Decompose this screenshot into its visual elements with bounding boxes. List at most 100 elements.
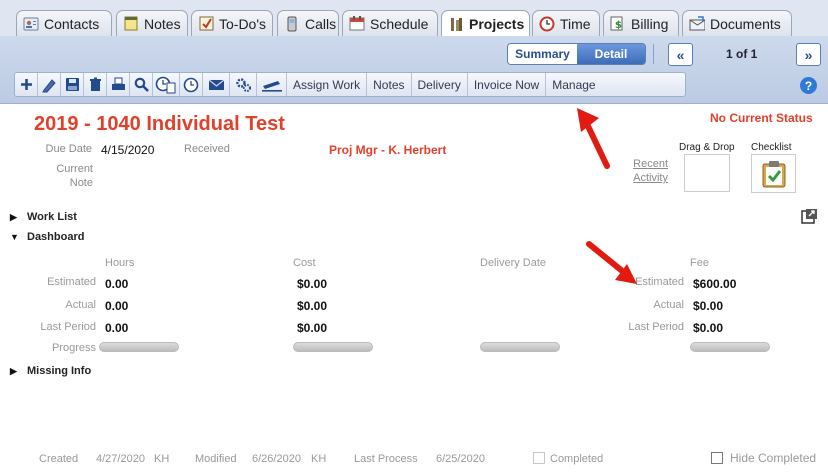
hours-progress-bar — [99, 342, 179, 352]
sign-button[interactable] — [257, 73, 287, 96]
fee-column-header: Fee — [690, 257, 709, 269]
project-status[interactable]: No Current Status — [710, 111, 813, 125]
clipboard-check-icon — [762, 160, 785, 187]
tab-documents[interactable]: Documents — [682, 10, 792, 36]
print-button[interactable] — [107, 73, 130, 96]
tab-todos[interactable]: To-Do's — [191, 10, 273, 36]
help-icon[interactable]: ? — [800, 77, 817, 94]
estimated-row-label: Estimated — [47, 276, 96, 288]
save-icon — [65, 78, 79, 91]
popout-icon[interactable] — [801, 208, 818, 224]
notes-button[interactable]: Notes — [367, 73, 412, 96]
edit-icon — [42, 78, 56, 92]
section-title: Dashboard — [27, 231, 85, 243]
drag-drop-label: Drag & Drop — [679, 142, 735, 153]
current-note-label: Current — [56, 163, 93, 175]
search-button[interactable] — [130, 73, 153, 96]
delete-icon — [89, 77, 101, 91]
previous-record-button[interactable]: « — [668, 43, 693, 66]
fee-estimated: $600.00 — [693, 277, 737, 291]
email-icon — [208, 79, 224, 90]
pen-icon — [261, 80, 282, 92]
recent-activity-link-line2[interactable]: Activity — [624, 172, 668, 185]
completed-label: Completed — [550, 453, 604, 465]
next-record-button[interactable]: » — [796, 43, 821, 66]
tab-contacts[interactable]: Contacts — [16, 10, 112, 36]
edit-button[interactable] — [38, 73, 61, 96]
timer-button[interactable] — [180, 73, 203, 96]
checklist-button[interactable] — [751, 154, 796, 193]
tab-notes[interactable]: Notes — [116, 10, 188, 36]
cost-column-header: Cost — [293, 257, 316, 269]
tab-calls[interactable]: Calls — [277, 10, 339, 36]
completed-checkbox[interactable] — [533, 452, 545, 464]
delivery-progress-bar — [480, 342, 560, 352]
settings-button[interactable] — [230, 73, 257, 96]
cost-actual: $0.00 — [297, 299, 328, 313]
invoice-now-button[interactable]: Invoice Now — [468, 73, 547, 96]
contacts-icon — [23, 16, 39, 32]
hours-column-header: Hours — [105, 257, 135, 269]
hide-completed-checkbox[interactable] — [711, 452, 723, 464]
delivery-date-column-header: Delivery Date — [480, 257, 547, 269]
annotation-arrow — [586, 241, 637, 284]
record-count: 1 of 1 — [726, 47, 758, 61]
toolbar-divider — [653, 44, 654, 64]
add-icon — [20, 79, 32, 90]
modified-date: 6/26/2020 — [252, 453, 301, 465]
tab-schedule[interactable]: Schedule — [342, 10, 438, 36]
tab-projects[interactable]: Projects — [441, 10, 530, 37]
clock-docs-icon — [155, 76, 176, 93]
module-tab-bar: Contacts Notes To-Do's Calls Schedule Pr… — [0, 0, 828, 37]
email-button[interactable] — [203, 73, 230, 96]
summary-toggle-button[interactable]: Summary — [508, 44, 577, 64]
delivery-button[interactable]: Delivery — [412, 73, 468, 96]
save-button[interactable] — [61, 73, 84, 96]
work-list-toggle[interactable]: ▶ Work List — [10, 211, 77, 223]
last-process-label: Last Process — [354, 453, 418, 465]
assign-work-button[interactable]: Assign Work — [287, 73, 368, 96]
svg-text:$: $ — [615, 20, 622, 31]
detail-toggle-button[interactable]: Detail — [577, 44, 645, 64]
notes-icon — [123, 16, 139, 32]
last-period-row-label: Last Period — [40, 321, 96, 333]
clock-icon — [183, 77, 199, 92]
tab-time[interactable]: Time — [532, 10, 600, 36]
action-toolbar: Assign Work Notes Delivery Invoice Now M… — [14, 72, 686, 97]
annotation-arrow — [577, 108, 610, 169]
calendar-icon — [349, 16, 365, 32]
tab-label: Projects — [469, 16, 525, 32]
current-note-label-line2: Note — [69, 177, 93, 189]
manage-button[interactable]: Manage — [546, 73, 601, 96]
collapse-triangle-icon: ▼ — [10, 232, 19, 242]
tab-label: Documents — [710, 15, 781, 32]
clock-icon — [539, 16, 555, 32]
hours-estimated: 0.00 — [105, 277, 129, 291]
fee-actual: $0.00 — [693, 299, 724, 313]
hours-last-period: 0.00 — [105, 321, 129, 335]
expand-triangle-icon: ▶ — [10, 211, 17, 222]
time-entry-button[interactable] — [153, 73, 180, 96]
fee-progress-bar — [690, 342, 770, 352]
tab-label: Schedule — [370, 15, 429, 32]
drag-drop-zone[interactable] — [684, 154, 730, 192]
section-title: Work List — [27, 211, 77, 223]
actual-row-label: Actual — [65, 299, 96, 311]
due-date-label: Due Date — [45, 143, 92, 155]
tab-billing[interactable]: $ Billing — [603, 10, 679, 36]
dashboard-toggle[interactable]: ▼ Dashboard — [10, 231, 84, 243]
recent-activity-link[interactable]: Recent — [624, 158, 668, 171]
due-date-value[interactable]: 4/15/2020 — [101, 143, 154, 157]
modified-label: Modified — [195, 453, 237, 465]
tab-label: Billing — [631, 15, 669, 32]
fee-last-period-label: Last Period — [628, 321, 684, 333]
tab-label: Notes — [144, 15, 181, 32]
created-label: Created — [39, 453, 79, 465]
cost-last-period: $0.00 — [297, 321, 328, 335]
fee-actual-label: Actual — [653, 299, 684, 311]
add-button[interactable] — [15, 73, 38, 96]
delete-button[interactable] — [84, 73, 107, 96]
billing-icon: $ — [610, 16, 626, 32]
project-manager[interactable]: Proj Mgr - K. Herbert — [329, 143, 446, 157]
missing-info-toggle[interactable]: ▶ Missing Info — [10, 365, 91, 377]
